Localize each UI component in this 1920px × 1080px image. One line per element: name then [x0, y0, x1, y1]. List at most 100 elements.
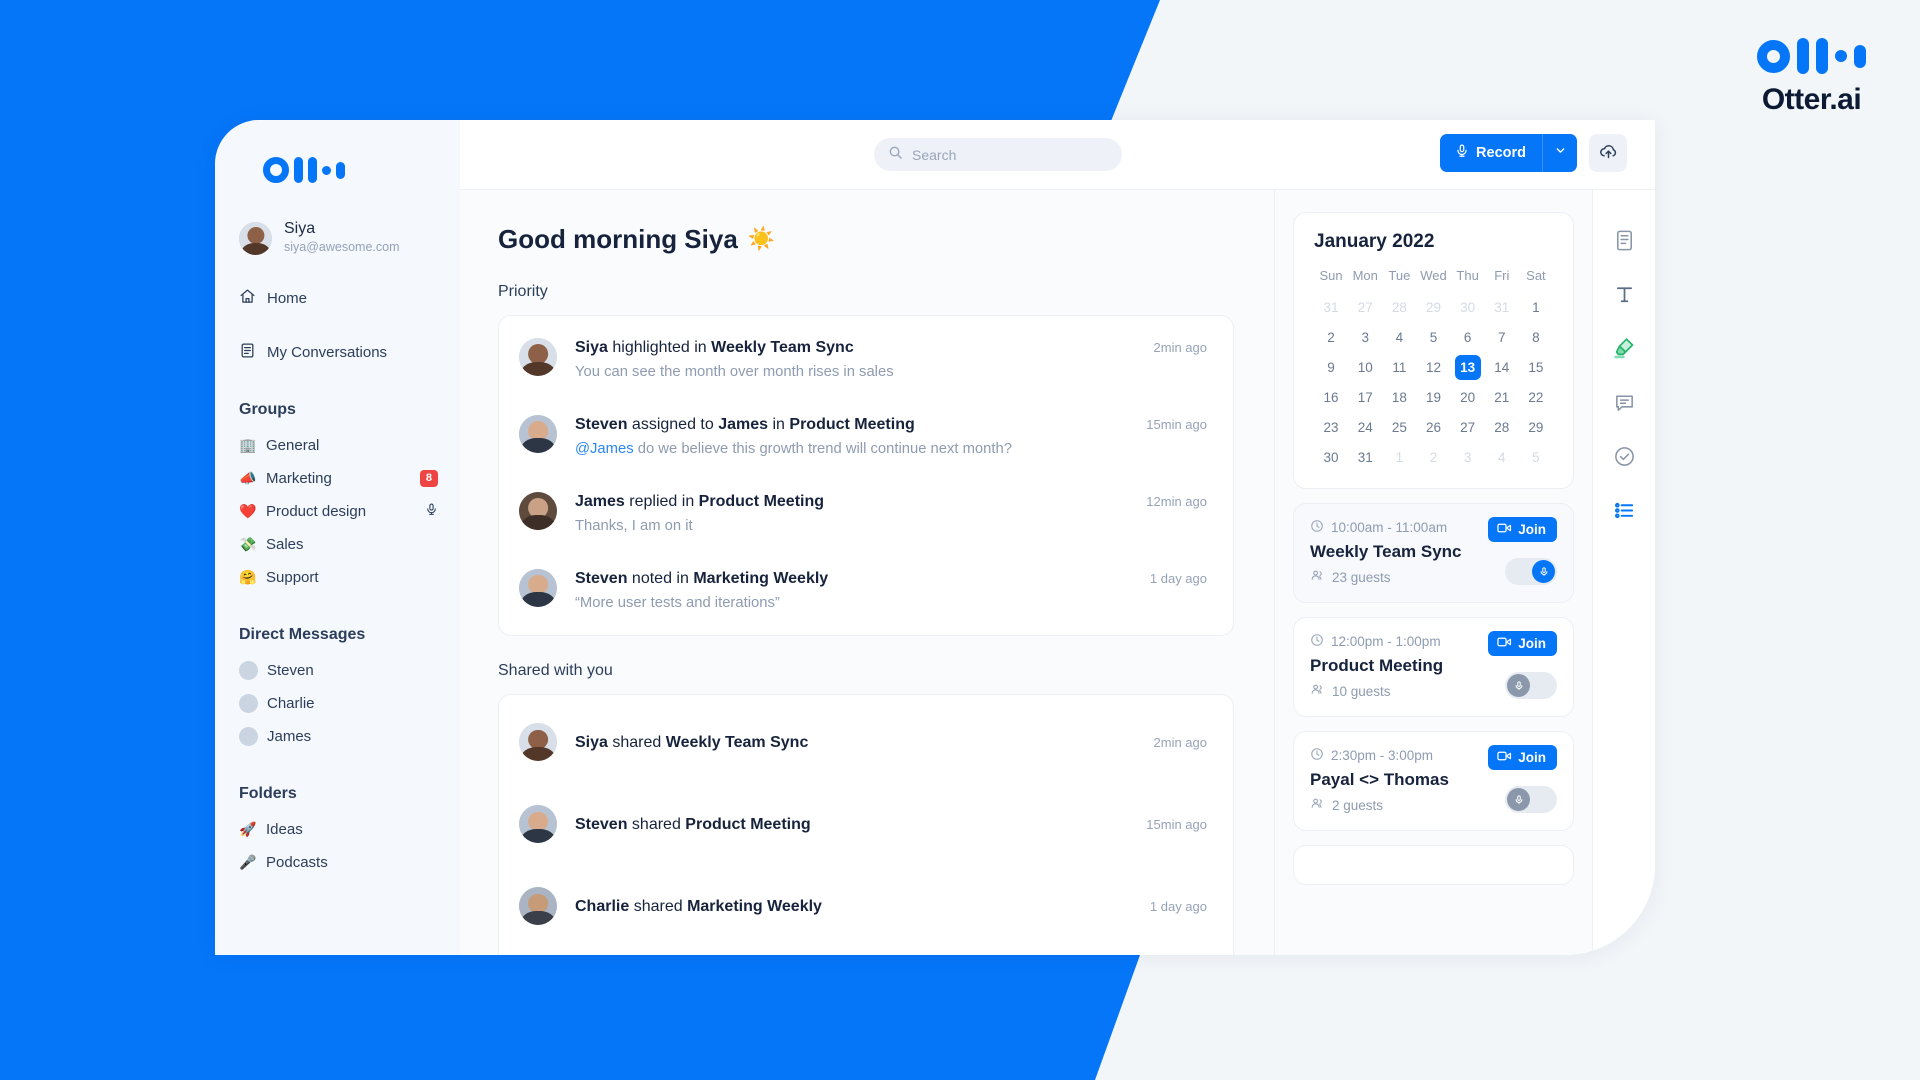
calendar-day-cell[interactable]: 3 [1348, 322, 1382, 352]
mention-link[interactable]: @James [575, 441, 634, 457]
record-options-button[interactable] [1543, 144, 1577, 162]
calendar-day-cell[interactable]: 26 [1416, 412, 1450, 442]
sidebar-item-ideas[interactable]: 🚀 Ideas [239, 813, 460, 846]
calendar-day-cell[interactable]: 2 [1314, 322, 1348, 352]
calendar-day-cell[interactable]: 23 [1314, 412, 1348, 442]
calendar-day-cell[interactable]: 9 [1314, 352, 1348, 382]
calendar-day-cell[interactable]: 24 [1348, 412, 1382, 442]
calendar-day-cell[interactable]: 11 [1382, 352, 1416, 382]
main-feed: Good morning Siya ☀️ Priority Siya highl… [460, 190, 1275, 955]
calendar-day-cell[interactable]: 28 [1382, 292, 1416, 322]
meeting-card-partial[interactable] [1293, 845, 1574, 885]
calendar-day-cell[interactable]: 30 [1451, 292, 1485, 322]
outline-list-icon[interactable] [1606, 492, 1642, 528]
sidebar-item-dm-steven[interactable]: Steven [239, 654, 460, 687]
tool-rail [1593, 190, 1655, 955]
calendar-day-cell[interactable]: 31 [1348, 442, 1382, 472]
highlighter-icon[interactable] [1606, 330, 1642, 366]
meeting-card[interactable]: 12:00pm - 1:00pm Product Meeting 10 gues… [1293, 617, 1574, 717]
calendar-day-cell[interactable]: 1 [1382, 442, 1416, 472]
calendar-week-row: 2345678 [1314, 322, 1553, 352]
item-detail: do we believe this growth trend will con… [633, 441, 1012, 458]
sidebar-item-sales[interactable]: 💸 Sales [239, 528, 460, 561]
notes-document-icon[interactable] [1606, 222, 1642, 258]
calendar-day-cell[interactable]: 18 [1382, 382, 1416, 412]
list-item[interactable]: Charlie shared Marketing Weekly 1 day ag… [499, 865, 1233, 947]
target-title: Product Meeting [685, 815, 811, 833]
sidebar-item-support[interactable]: 🤗 Support [239, 561, 460, 594]
sidebar-item-dm-charlie[interactable]: Charlie [239, 687, 460, 720]
list-item[interactable]: Siya highlighted in Weekly Team Sync You… [499, 322, 1233, 399]
action-verb-2: in [772, 415, 785, 433]
sidebar-item-general[interactable]: 🏢 General [239, 429, 460, 462]
calendar-day-cell[interactable]: 12 [1416, 352, 1450, 382]
calendar-day-cell[interactable]: 16 [1314, 382, 1348, 412]
join-button[interactable]: Join [1488, 745, 1557, 770]
calendar-day-cell[interactable]: 29 [1519, 412, 1553, 442]
sidebar-item-podcasts[interactable]: 🎤 Podcasts [239, 846, 460, 879]
calendar-day-cell[interactable]: 28 [1485, 412, 1519, 442]
calendar-day-cell[interactable]: 29 [1416, 292, 1450, 322]
join-button[interactable]: Join [1488, 517, 1557, 542]
target-title: Product Meeting [789, 415, 915, 433]
calendar-day-cell[interactable]: 7 [1485, 322, 1519, 352]
sidebar-item-marketing[interactable]: 📣 Marketing 8 [239, 462, 460, 495]
calendar-day-cell[interactable]: 15 [1519, 352, 1553, 382]
upload-button[interactable] [1589, 134, 1627, 172]
list-item[interactable]: Steven shared Product Meeting 15min ago [499, 783, 1233, 865]
comment-icon[interactable] [1606, 384, 1642, 420]
list-item[interactable]: Siya shared Weekly Team Sync 2min ago [499, 701, 1233, 783]
calendar-day-cell[interactable]: 27 [1451, 412, 1485, 442]
calendar-day-cell[interactable]: 31 [1485, 292, 1519, 322]
calendar-day-cell[interactable]: 5 [1519, 442, 1553, 472]
avatar [519, 491, 557, 530]
calendar-day-cell[interactable]: 21 [1485, 382, 1519, 412]
calendar-day-cell[interactable]: 4 [1485, 442, 1519, 472]
recording-toggle[interactable] [1505, 672, 1557, 699]
calendar-day-cell[interactable]: 20 [1451, 382, 1485, 412]
calendar-day-cell[interactable]: 3 [1451, 442, 1485, 472]
calendar-day-cell[interactable]: 19 [1416, 382, 1450, 412]
calendar-day-cell[interactable]: 22 [1519, 382, 1553, 412]
sidebar-item-my-conversations[interactable]: My Conversations [239, 335, 460, 369]
calendar-day-cell[interactable]: 30 [1314, 442, 1348, 472]
user-profile[interactable]: Siya siya@awesome.com [239, 220, 460, 257]
search-input[interactable]: Search [874, 138, 1122, 171]
calendar-day-cell[interactable]: 31 [1314, 292, 1348, 322]
sidebar-item-dm-james[interactable]: James [239, 720, 460, 753]
calendar-day-cell[interactable]: 10 [1348, 352, 1382, 382]
calendar-day-cell[interactable]: 14 [1485, 352, 1519, 382]
list-item[interactable]: Steven assigned to James in Product Meet… [499, 399, 1233, 476]
join-button[interactable]: Join [1488, 631, 1557, 656]
calendar-day-cell[interactable]: 13 [1451, 352, 1485, 382]
calendar-day-cell[interactable]: 2 [1416, 442, 1450, 472]
home-icon [239, 288, 256, 309]
record-button[interactable]: Record [1440, 134, 1577, 172]
cloud-upload-icon [1598, 140, 1619, 166]
sidebar-otter-logo-icon[interactable] [215, 120, 460, 192]
calendar-day-cell[interactable]: 27 [1348, 292, 1382, 322]
list-item[interactable]: Steven noted in Marketing Weekly “More u… [499, 553, 1233, 630]
search-icon [888, 145, 903, 165]
checkmark-circle-icon[interactable] [1606, 438, 1642, 474]
calendar-day-cell[interactable]: 5 [1416, 322, 1450, 352]
microphone-icon[interactable] [425, 502, 438, 521]
recording-toggle[interactable] [1505, 786, 1557, 813]
calendar-day-cell[interactable]: 17 [1348, 382, 1382, 412]
calendar-day-cell[interactable]: 1 [1519, 292, 1553, 322]
sidebar-item-product-design[interactable]: ❤️ Product design [239, 495, 460, 528]
list-item[interactable] [499, 947, 1233, 955]
text-tool-icon[interactable] [1606, 276, 1642, 312]
right-panel: January 2022 Sun Mon Tue Wed Thu Fri Sat… [1275, 190, 1593, 955]
sidebar-item-home[interactable]: Home [239, 281, 460, 315]
calendar-day-cell[interactable]: 4 [1382, 322, 1416, 352]
weekday-header: Wed [1420, 268, 1447, 283]
recording-toggle[interactable] [1505, 558, 1557, 585]
meeting-card[interactable]: 2:30pm - 3:00pm Payal <> Thomas 2 guests [1293, 731, 1574, 831]
list-item[interactable]: James replied in Product Meeting Thanks,… [499, 476, 1233, 553]
item-detail: You can see the month over month rises i… [575, 364, 894, 381]
meeting-card[interactable]: 10:00am - 11:00am Weekly Team Sync 23 gu… [1293, 503, 1574, 603]
calendar-day-cell[interactable]: 6 [1451, 322, 1485, 352]
calendar-day-cell[interactable]: 25 [1382, 412, 1416, 442]
calendar-day-cell[interactable]: 8 [1519, 322, 1553, 352]
